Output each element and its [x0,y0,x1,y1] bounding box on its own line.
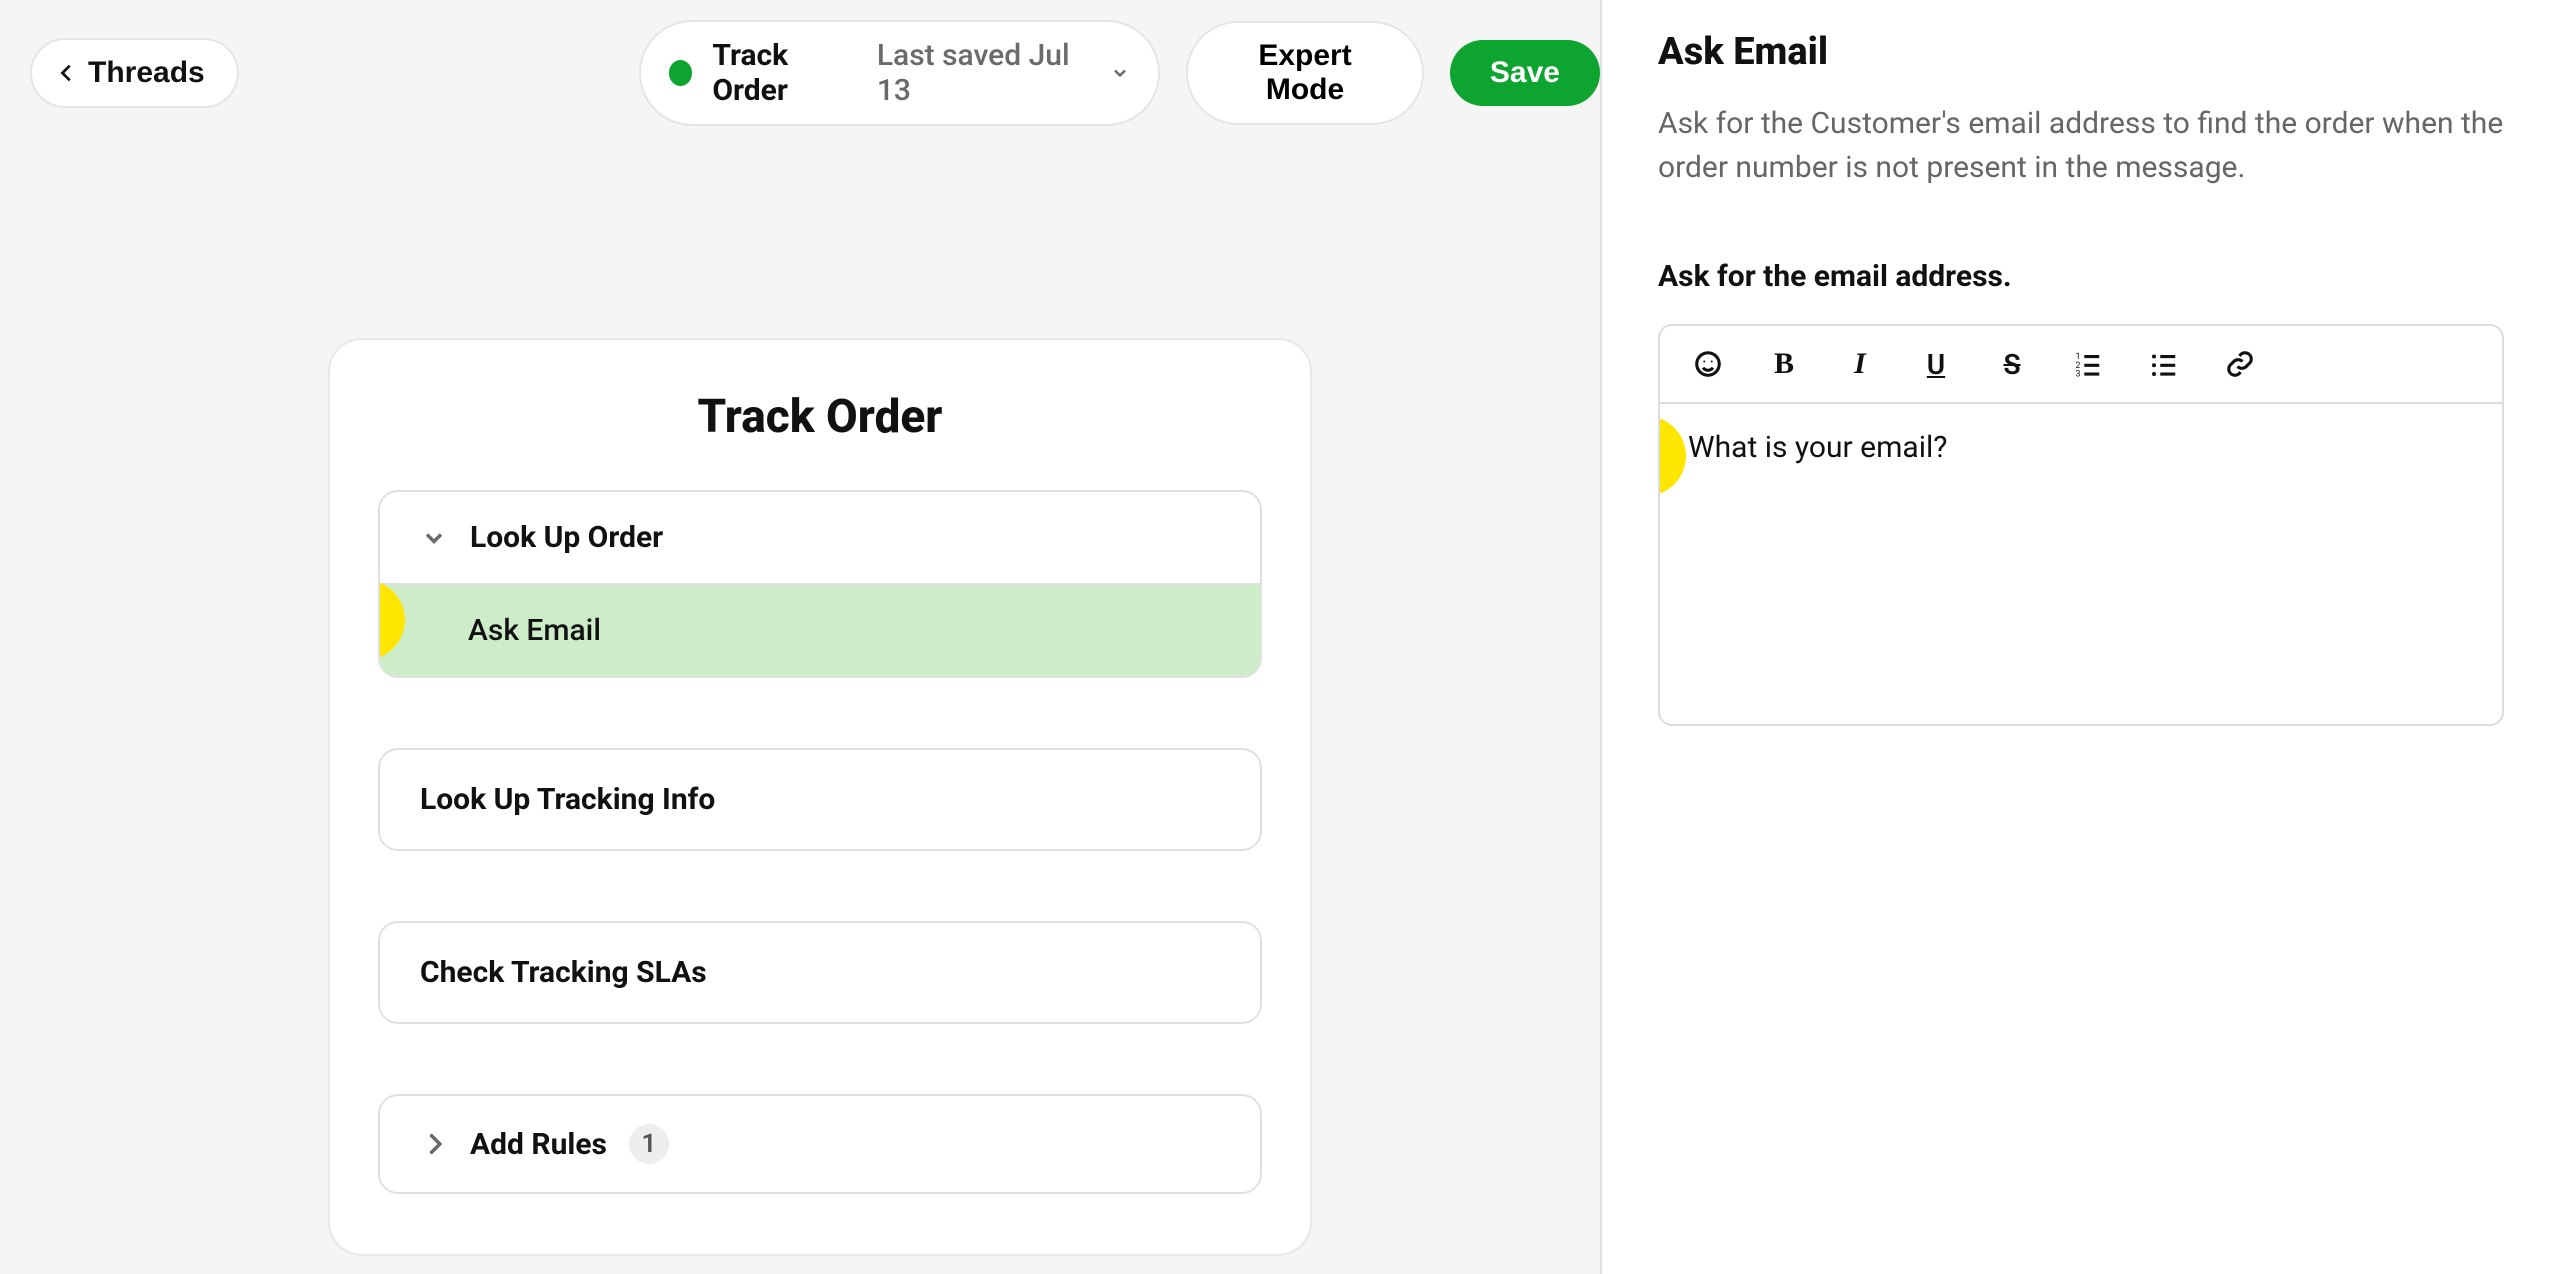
step-check-tracking-slas-label: Check Tracking SLAs [380,923,1260,1022]
expert-mode-label: Expert Mode [1222,39,1388,107]
expert-mode-button[interactable]: Expert Mode [1186,21,1424,125]
chevron-left-icon [56,62,78,84]
text-editor: 2 B I U S 123 What is your email? [1658,324,2504,726]
link-icon[interactable] [2220,344,2260,384]
editor-textarea[interactable]: What is your email? [1660,404,2502,724]
step-look-up-order-label: Look Up Order [470,520,663,555]
substep-ask-email-label: Ask Email [468,613,601,648]
save-button[interactable]: Save [1450,40,1600,106]
editor-toolbar: B I U S 123 [1660,326,2502,404]
right-panel: Ask Email Ask for the Customer's email a… [1600,0,2560,1274]
workflow-card: Track Order 1 Look Up Order Ask Email Lo… [328,338,1312,1256]
step-look-up-tracking-info[interactable]: Look Up Tracking Info [378,748,1262,851]
emoji-icon[interactable] [1688,344,1728,384]
step-look-up-tracking-info-label: Look Up Tracking Info [380,750,1260,849]
bold-icon[interactable]: B [1764,344,1804,384]
topbar-center: Track Order Last saved Jul 13 Expert Mod… [639,20,1600,126]
save-button-label: Save [1490,56,1560,90]
step-check-tracking-slas[interactable]: Check Tracking SLAs [378,921,1262,1024]
threads-back-button[interactable]: Threads [30,38,239,108]
workflow-name: Track Order [712,38,856,108]
add-rules-count-badge: 1 [629,1124,669,1164]
chevron-down-icon [420,524,448,552]
detail-description: Ask for the Customer's email address to … [1658,102,2504,189]
status-dot-icon [669,60,693,86]
chevron-down-icon [1110,62,1130,84]
workflow-status-pill[interactable]: Track Order Last saved Jul 13 [639,20,1160,126]
threads-back-label: Threads [88,56,205,90]
step-look-up-order: 1 Look Up Order Ask Email [378,490,1262,678]
unordered-list-icon[interactable] [2144,344,2184,384]
last-saved-text: Last saved Jul 13 [877,38,1090,108]
step-add-rules[interactable]: Add Rules 1 [378,1094,1262,1194]
svg-text:3: 3 [2076,370,2081,380]
ordered-list-icon[interactable]: 123 [2068,344,2108,384]
main-canvas: Threads Track Order Last saved Jul 13 Ex… [0,0,1600,1274]
step-add-rules-label: Add Rules [470,1127,607,1162]
detail-subhead: Ask for the email address. [1658,259,2504,294]
detail-title: Ask Email [1658,30,2504,74]
italic-icon[interactable]: I [1840,344,1880,384]
strikethrough-icon[interactable]: S [1992,344,2032,384]
chevron-right-icon [420,1130,448,1158]
underline-icon[interactable]: U [1916,344,1956,384]
workflow-card-title: Track Order [378,390,1262,444]
topbar: Threads Track Order Last saved Jul 13 Ex… [0,0,1600,126]
substep-ask-email[interactable]: Ask Email [380,585,1260,676]
card-wrap: Track Order 1 Look Up Order Ask Email Lo… [0,126,1600,1256]
step-look-up-order-header[interactable]: Look Up Order [380,492,1260,585]
